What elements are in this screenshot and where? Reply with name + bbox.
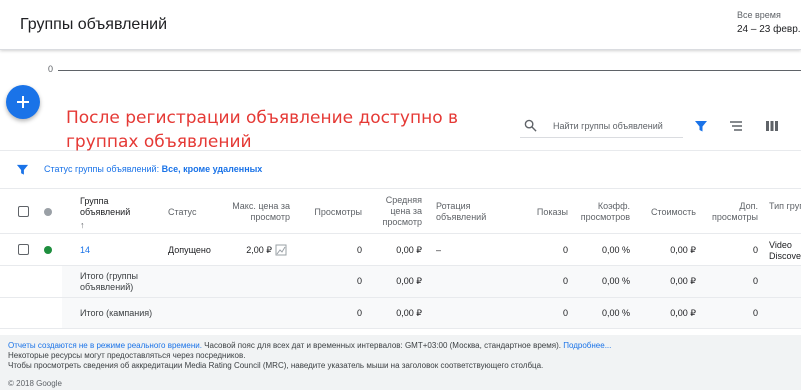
totals-more-views: 0: [752, 308, 758, 318]
totals-view-rate: 0,00 %: [601, 276, 630, 286]
column-header-cost[interactable]: Стоимость: [636, 207, 696, 218]
totals-avg-cpv: 0,00 ₽: [396, 276, 422, 286]
filter-bar: Статус группы объявлений: Все, кроме уда…: [0, 151, 801, 189]
column-header-views[interactable]: Просмотры: [296, 207, 362, 218]
column-header-type[interactable]: Тип группы: [769, 201, 801, 212]
chart-baseline: [58, 70, 801, 71]
footer-line-2: Некоторые ресурсы могут предоставляться …: [8, 351, 246, 360]
segment-button[interactable]: [728, 118, 744, 134]
totals-views: 0: [356, 276, 362, 286]
column-header-status[interactable]: Статус: [168, 207, 196, 218]
date-range-picker[interactable]: Все время 24 – 23 февр.: [737, 10, 801, 35]
plus-icon: [17, 96, 29, 108]
chart-axis-zero-label: 0: [48, 64, 54, 74]
add-ad-group-button[interactable]: [6, 85, 40, 119]
column-header-avg-cpv[interactable]: Средняя цена за просмотр: [376, 195, 422, 228]
totals-views: 0: [356, 308, 362, 318]
totals-impressions: 0: [562, 276, 568, 286]
cell-status: Допущено: [168, 245, 211, 255]
status-enabled-dot[interactable]: [44, 246, 52, 254]
filter-icon: [16, 164, 29, 175]
cell-more-views: 0: [752, 245, 758, 255]
totals-label: Итого (группы объявлений): [80, 271, 138, 292]
totals-cost: 0,00 ₽: [670, 276, 696, 286]
column-header-rotation[interactable]: Ротация объявлений: [436, 201, 496, 223]
cell-type: Video Discovery: [769, 240, 801, 261]
totals-impressions: 0: [562, 308, 568, 318]
column-header-more-views[interactable]: Доп. просмотры: [702, 201, 758, 223]
totals-view-rate: 0,00 %: [601, 308, 630, 318]
annotation-text: После регистрации объявление доступно в …: [66, 108, 459, 152]
cell-impressions: 0: [562, 245, 568, 255]
footer-notes: Отчеты создаются не в режиме реального в…: [8, 341, 798, 371]
totals-more-views: 0: [752, 276, 758, 286]
ad-groups-table: Статус группы объявлений: Все, кроме уда…: [0, 150, 801, 335]
sort-arrow-icon: ↑: [80, 220, 85, 230]
page-title: Группы объявлений: [20, 16, 168, 33]
search-input[interactable]: [553, 120, 683, 131]
more-link[interactable]: Подробнее...: [563, 341, 611, 350]
status-header-dot: [44, 208, 52, 216]
status-filter-chip[interactable]: Статус группы объявлений: Все, кроме уда…: [44, 164, 262, 174]
filter-value: Все, кроме удаленных: [161, 164, 263, 174]
column-header-group[interactable]: Группа объявлений ↑: [80, 196, 150, 231]
cell-rotation: –: [436, 245, 442, 255]
cell-view-rate: 0,00 %: [601, 245, 630, 255]
totals-cost: 0,00 ₽: [670, 308, 696, 318]
select-all-checkbox[interactable]: [18, 206, 29, 217]
footer-line-3: Чтобы просмотреть сведения об аккредитац…: [8, 361, 544, 370]
header-divider: [0, 233, 801, 234]
totals-avg-cpv: 0,00 ₽: [396, 308, 422, 318]
row-checkbox[interactable]: [18, 244, 29, 255]
timezone-text: Часовой пояс для всех дат и временных ин…: [204, 341, 561, 350]
realtime-link[interactable]: Отчеты создаются не в режиме реального в…: [8, 341, 202, 350]
date-range-value: 24 – 23 февр.: [737, 24, 801, 35]
column-header-max-cpv[interactable]: Макс. цена за просмотр: [225, 201, 290, 223]
columns-icon: [766, 121, 778, 131]
date-range-label: Все время: [737, 10, 781, 20]
cell-cost: 0,00 ₽: [670, 245, 696, 255]
chart-icon[interactable]: [275, 244, 287, 256]
search-icon: [524, 119, 537, 132]
columns-button[interactable]: [764, 118, 780, 134]
column-header-group-label: Группа объявлений: [80, 196, 131, 217]
filter-button[interactable]: [693, 118, 709, 134]
filter-label: Статус группы объявлений:: [44, 164, 160, 174]
column-header-impressions[interactable]: Показы: [510, 207, 568, 218]
filter-icon: [695, 121, 707, 132]
row-divider: [0, 328, 801, 329]
totals-label: Итого (кампания): [80, 308, 153, 318]
ad-group-link[interactable]: 14: [80, 245, 90, 256]
column-header-view-rate[interactable]: Коэфф. просмотров: [574, 201, 630, 223]
cell-max-cpv[interactable]: 2,00 ₽: [225, 245, 272, 256]
search-box[interactable]: [520, 114, 683, 138]
cell-views: 0: [356, 245, 362, 255]
copyright: © 2018 Google: [8, 379, 62, 388]
cell-avg-cpv: 0,00 ₽: [396, 245, 422, 255]
segment-icon: [730, 121, 742, 131]
page-header: Группы объявлений Все время 24 – 23 февр…: [0, 0, 801, 50]
